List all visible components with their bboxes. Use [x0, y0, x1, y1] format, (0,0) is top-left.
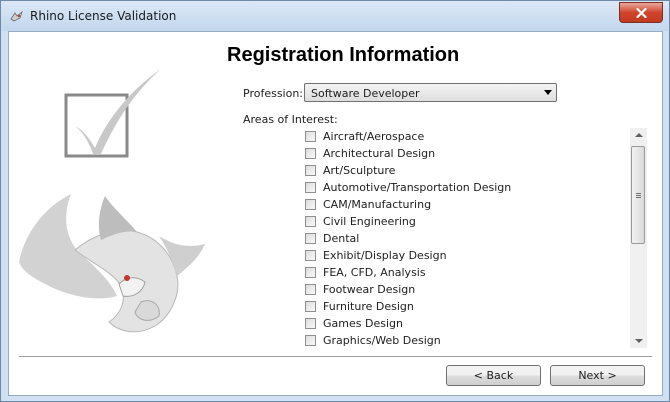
area-item[interactable]: Civil Engineering [305, 213, 416, 230]
rhino-icon [10, 10, 23, 22]
area-item[interactable]: Furniture Design [305, 298, 414, 315]
profession-dropdown[interactable]: Software Developer [304, 83, 557, 102]
close-icon [635, 7, 647, 18]
area-item[interactable]: Exhibit/Display Design [305, 247, 447, 264]
area-item[interactable]: Dental [305, 230, 359, 247]
checkbox[interactable] [305, 131, 316, 142]
area-label: Art/Sculpture [323, 164, 396, 177]
checkbox[interactable] [305, 199, 316, 210]
area-item[interactable]: Footwear Design [305, 281, 415, 298]
areas-of-interest-label: Areas of Interest: [243, 113, 338, 126]
dialog-content: Registration Information Profession: Sof… [8, 31, 663, 396]
logo-artwork [19, 69, 205, 333]
area-item[interactable]: Games Design [305, 315, 403, 332]
area-item[interactable]: Automotive/Transportation Design [305, 179, 511, 196]
area-label: Exhibit/Display Design [323, 249, 447, 262]
area-item[interactable]: Architectural Design [305, 145, 435, 162]
area-item[interactable]: CAM/Manufacturing [305, 196, 431, 213]
area-label: Games Design [323, 317, 403, 330]
checkbox[interactable] [305, 318, 316, 329]
checkbox[interactable] [305, 182, 316, 193]
area-label: Automotive/Transportation Design [323, 181, 512, 194]
checkbox[interactable] [305, 165, 316, 176]
separator [19, 356, 652, 357]
vertical-scrollbar[interactable] [630, 128, 647, 348]
area-item[interactable]: FEA, CFD, Analysis [305, 264, 426, 281]
area-label: Footwear Design [323, 283, 416, 296]
area-item[interactable]: Aircraft/Aerospace [305, 128, 424, 145]
area-label: Dental [323, 232, 360, 245]
checkbox[interactable] [305, 250, 316, 261]
area-label: CAM/Manufacturing [323, 198, 432, 211]
scrollbar-thumb[interactable] [631, 146, 645, 244]
scroll-up-icon[interactable] [635, 133, 643, 137]
grip-icon [636, 193, 641, 199]
checkbox[interactable] [305, 216, 316, 227]
profession-selected-value: Software Developer [311, 87, 420, 100]
area-label: FEA, CFD, Analysis [323, 266, 426, 279]
area-label: Civil Engineering [323, 215, 416, 228]
scroll-down-icon[interactable] [635, 339, 643, 343]
title-bar[interactable]: Rhino License Validation [1, 1, 669, 31]
checkmark-logo [64, 69, 161, 158]
checkbox[interactable] [305, 284, 316, 295]
rhino-logo [19, 194, 205, 333]
area-item[interactable]: Graphics/Web Design [305, 332, 441, 349]
checkbox[interactable] [305, 335, 316, 346]
page-title: Registration Information [227, 44, 460, 66]
close-button[interactable] [619, 2, 663, 23]
checkbox[interactable] [305, 301, 316, 312]
main-window: Rhino License Validation Registration In… [0, 0, 670, 402]
area-label: Graphics/Web Design [323, 334, 441, 347]
chevron-down-icon [544, 90, 552, 95]
back-button[interactable]: < Back [446, 365, 541, 386]
checkbox[interactable] [305, 233, 316, 244]
area-label: Architectural Design [323, 147, 436, 160]
area-label: Furniture Design [323, 300, 414, 313]
next-button[interactable]: Next > [550, 365, 645, 386]
checkbox[interactable] [305, 148, 316, 159]
profession-label: Profession: [243, 87, 304, 100]
area-label: Aircraft/Aerospace [323, 130, 425, 143]
window-title: Rhino License Validation [30, 9, 177, 23]
checkbox[interactable] [305, 267, 316, 278]
area-item[interactable]: Art/Sculpture [305, 162, 395, 179]
